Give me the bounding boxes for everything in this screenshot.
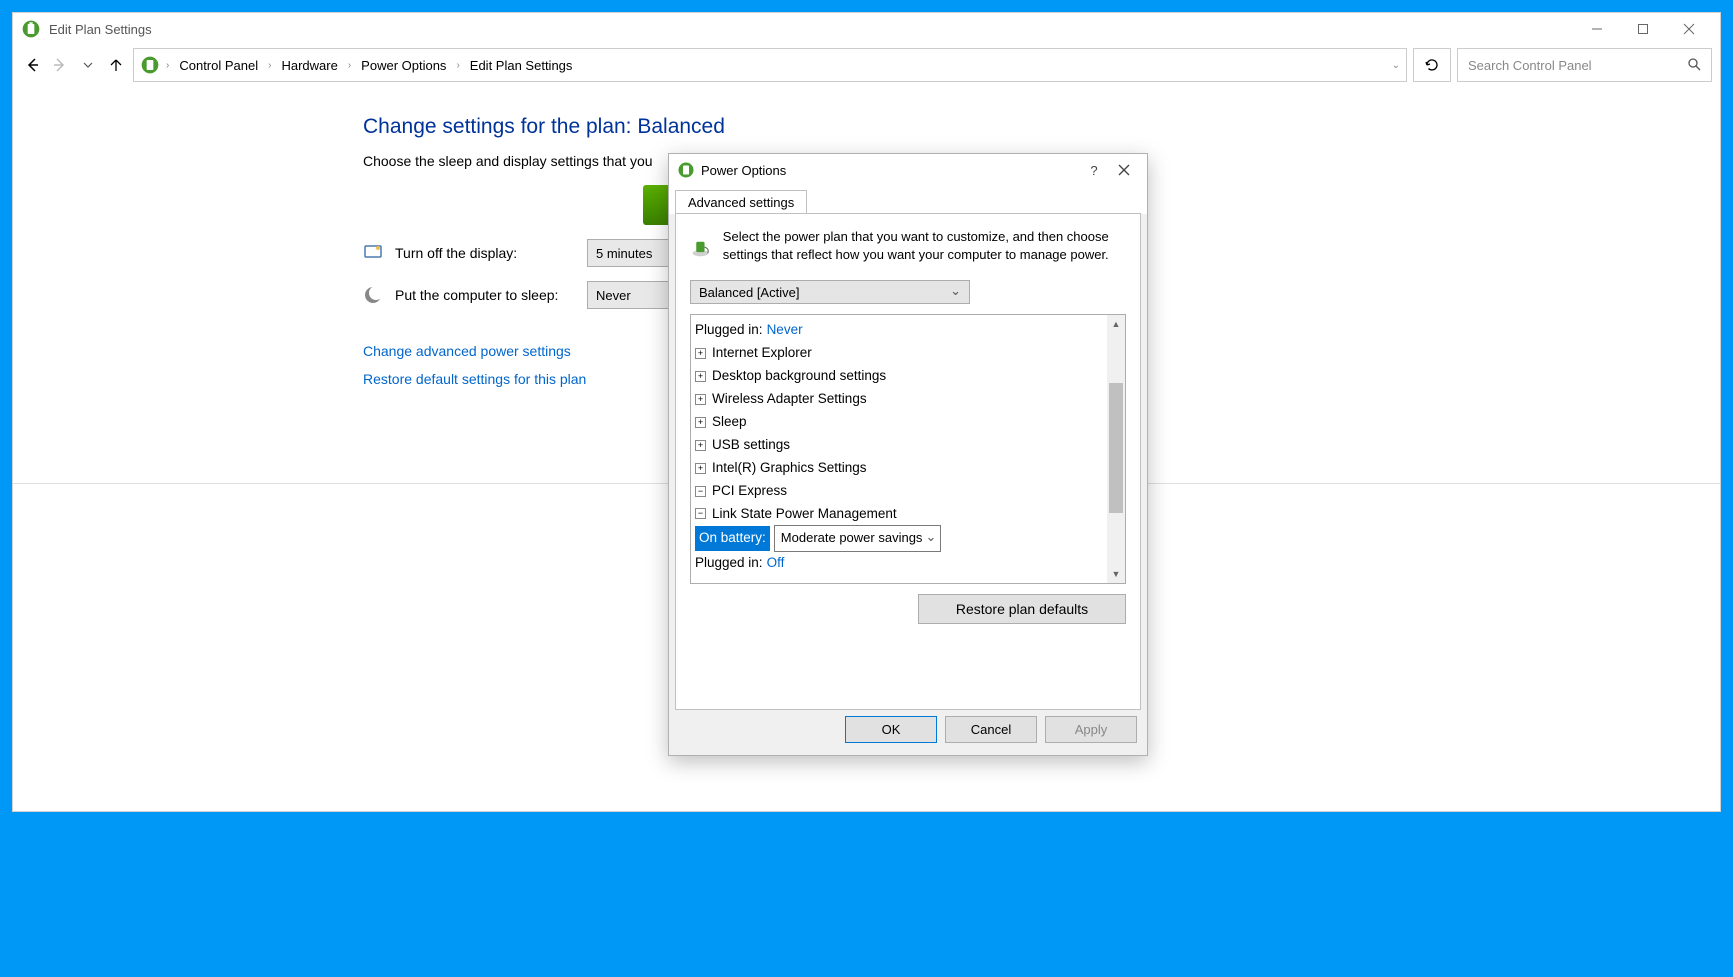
expand-icon[interactable]: + [695,417,706,428]
tree-item[interactable]: +Sleep [691,411,1107,434]
dialog-close-button[interactable] [1109,156,1139,184]
tree-item[interactable]: −PCI Express [691,480,1107,503]
tree-key-selected: On battery: [695,526,770,551]
moon-icon [363,285,383,305]
scrollbar[interactable]: ▲ ▼ [1107,315,1125,583]
tree-item[interactable]: −Link State Power Management [691,503,1107,526]
expand-icon[interactable]: + [695,394,706,405]
tree-item[interactable]: +Wireless Adapter Settings [691,388,1107,411]
search-icon[interactable] [1687,57,1701,74]
collapse-icon[interactable]: − [695,486,706,497]
maximize-button[interactable] [1620,14,1666,44]
back-button[interactable] [21,54,43,76]
dialog-description: Select the power plan that you want to c… [723,228,1126,268]
titlebar: Edit Plan Settings [13,13,1720,45]
expand-icon[interactable]: + [695,371,706,382]
power-plan-select[interactable]: Balanced [Active] [690,280,970,304]
scroll-down-button[interactable]: ▼ [1107,565,1125,583]
forward-button[interactable] [49,54,71,76]
tree-item[interactable]: +Intel(R) Graphics Settings [691,457,1107,480]
search-placeholder: Search Control Panel [1468,58,1592,73]
dialog-title: Power Options [701,163,786,178]
monitor-icon [363,243,383,263]
scroll-track[interactable] [1107,333,1125,565]
on-battery-select[interactable]: Moderate power savings [774,525,942,551]
chevron-right-icon: › [268,60,271,71]
tree-item[interactable]: Plugged in: Off [691,552,1107,575]
tree-item[interactable]: +USB settings [691,434,1107,457]
window-title: Edit Plan Settings [49,22,152,37]
dialog-buttonbar: OK Cancel Apply [669,716,1147,755]
chevron-right-icon: › [456,60,459,71]
power-options-dialog: Power Options ? Advanced settings Select… [668,153,1148,756]
tab-advanced-settings[interactable]: Advanced settings [675,190,807,214]
battery-plug-icon [21,19,41,39]
tree-key: Plugged in: [695,319,763,342]
apply-button[interactable]: Apply [1045,716,1137,743]
tree-item[interactable]: +Internet Explorer [691,342,1107,365]
minimize-button[interactable] [1574,14,1620,44]
chevron-right-icon: › [166,60,169,71]
expand-icon[interactable]: + [695,348,706,359]
breadcrumb-item[interactable]: Edit Plan Settings [466,56,577,75]
dialog-titlebar: Power Options ? [669,154,1147,186]
refresh-button[interactable] [1413,48,1451,82]
tree-item[interactable]: +Desktop background settings [691,365,1107,388]
page-title: Change settings for the plan: Balanced [363,115,1680,139]
ok-button[interactable]: OK [845,716,937,743]
cancel-button[interactable]: Cancel [945,716,1037,743]
help-button[interactable]: ? [1079,156,1109,184]
restore-plan-defaults-button[interactable]: Restore plan defaults [918,594,1126,624]
breadcrumb-item[interactable]: Hardware [277,56,341,75]
toolbar: › Control Panel › Hardware › Power Optio… [13,45,1720,85]
expand-icon[interactable]: + [695,440,706,451]
tree-value[interactable]: Off [767,552,785,575]
chevron-right-icon: › [348,60,351,71]
main-window: Edit Plan Settings [12,12,1721,812]
address-bar[interactable]: › Control Panel › Hardware › Power Optio… [133,48,1407,82]
up-button[interactable] [105,54,127,76]
scroll-thumb[interactable] [1109,383,1123,513]
expand-icon[interactable]: + [695,463,706,474]
display-label: Turn off the display: [395,245,575,261]
battery-plug-icon [677,161,695,179]
sleep-label: Put the computer to sleep: [395,287,575,303]
tree-value[interactable]: Never [767,319,803,342]
dialog-body: Select the power plan that you want to c… [675,213,1141,710]
chevron-down-icon[interactable]: ⌄ [1392,60,1400,71]
battery-plug-icon [140,55,160,75]
tree-item-selected[interactable]: On battery: Moderate power savings [691,525,1107,551]
power-plan-icon [690,228,711,268]
scroll-up-button[interactable]: ▲ [1107,315,1125,333]
settings-tree: Plugged in: Never +Internet Explorer +De… [690,314,1126,584]
tree-content: Plugged in: Never +Internet Explorer +De… [691,315,1107,583]
dialog-tabbar: Advanced settings [669,186,1147,214]
tree-key: Plugged in: [695,552,763,575]
collapse-icon[interactable]: − [695,508,706,519]
recent-dropdown[interactable] [77,54,99,76]
tree-item[interactable]: Plugged in: Never [691,319,1107,342]
search-input[interactable]: Search Control Panel [1457,48,1712,82]
close-button[interactable] [1666,14,1712,44]
breadcrumb-item[interactable]: Control Panel [175,56,262,75]
breadcrumb-item[interactable]: Power Options [357,56,450,75]
